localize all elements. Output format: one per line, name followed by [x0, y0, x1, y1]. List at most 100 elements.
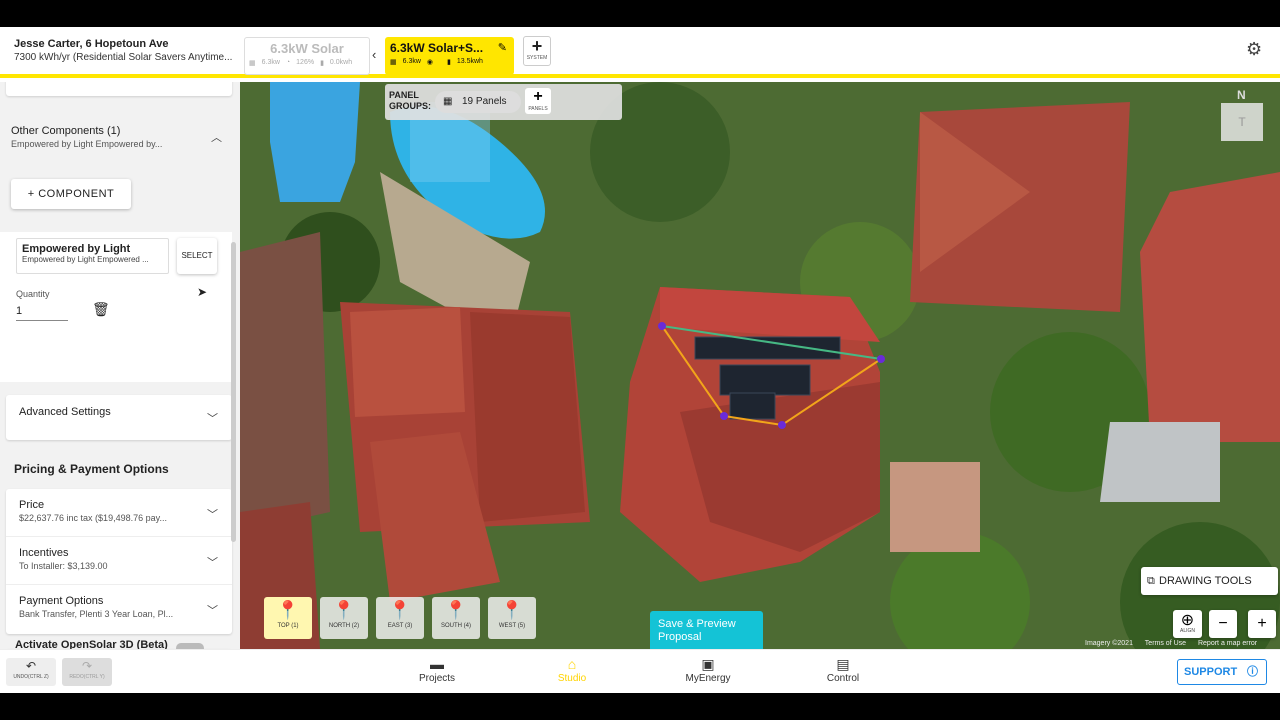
nav-myenergy[interactable]: ▣ MyEnergy [678, 656, 738, 684]
payment-options-row[interactable]: Payment Options Bank Transfer, Plenti 3 … [6, 585, 232, 633]
advanced-settings-row[interactable]: Advanced Settings ﹀ [6, 395, 232, 440]
offset-icon: ◉ [426, 59, 434, 66]
help-icon: ⓘ [1247, 666, 1258, 678]
pencil-icon[interactable]: ✎ [498, 41, 507, 54]
pricing-heading: Pricing & Payment Options [14, 462, 169, 476]
cursor-icon: ➤ [197, 285, 208, 299]
incentives-value: To Installer: $3,139.00 [19, 561, 108, 571]
drawing-tools-button[interactable]: ⧉ DRAWING TOOLS [1141, 567, 1278, 595]
add-panel-label: PANELS [528, 106, 548, 112]
zoom-out-button[interactable]: − [1209, 610, 1237, 638]
offset-icon: ◔ [285, 59, 291, 66]
grid-icon: ▦ [443, 96, 453, 107]
nav-label: MyEnergy [685, 673, 731, 684]
view-label: EAST (3) [387, 623, 413, 629]
map-pin-icon: 📍 [500, 600, 524, 620]
view-west[interactable]: 📍 WEST (5) [488, 597, 536, 639]
price-title: Price [19, 499, 45, 511]
stat-offset [439, 58, 441, 66]
nav-label: Projects [418, 673, 456, 684]
map-attribution: Imagery ©2021 Terms of Use Report a map … [1085, 640, 1267, 647]
view-top[interactable]: 📍 TOP (1) [264, 597, 312, 639]
view-label: SOUTH (4) [441, 623, 471, 629]
customer-name: Jesse Carter, 6 Hopetoun Ave [14, 38, 169, 50]
plus-icon: + [1257, 615, 1267, 632]
component-field[interactable]: Empowered by Light Empowered by Light Em… [16, 238, 169, 274]
chevron-down-icon: ﹀ [207, 557, 218, 569]
zoom-in-button[interactable]: + [1248, 610, 1276, 638]
stat-battery: 13.5kwh [456, 58, 483, 65]
component-name: Empowered by Light [22, 243, 131, 255]
plus-icon: + [533, 88, 543, 105]
stat-battery: 0.0kwh [329, 59, 353, 66]
add-component-button[interactable]: + COMPONENT [11, 179, 131, 209]
map-view[interactable]: PANEL GROUPS: ▦ 19 Panels + PANELS N T ⧉… [240, 82, 1280, 649]
panel-group-chip[interactable]: ▦ 19 Panels [435, 91, 521, 113]
other-components-subtitle: Empowered by Light Empowered by... [11, 139, 163, 149]
panel-count: 19 Panels [462, 96, 507, 107]
price-row[interactable]: Price $22,637.76 inc tax ($19,498.76 pay… [6, 489, 232, 537]
plus-icon: + [531, 36, 543, 56]
nav-projects[interactable]: ▬ Projects [407, 656, 467, 684]
add-system-button[interactable]: + SYSTEM [523, 36, 551, 66]
panel-groups-label: PANEL GROUPS: [389, 90, 432, 111]
view-south[interactable]: 📍 SOUTH (4) [432, 597, 480, 639]
advanced-settings-label: Advanced Settings [19, 406, 111, 418]
support-button[interactable]: SUPPORT ⓘ [1177, 659, 1267, 685]
undo-button[interactable]: ↶ UNDO(CTRL Z) [6, 658, 56, 686]
price-value: $22,637.76 inc tax ($19,498.76 pay... [19, 513, 167, 523]
system-tab-stats: ▦ 6.3kw ◉ ▮ 13.5kwh [390, 58, 509, 66]
stat-kw: 6.3kw [261, 59, 280, 66]
sidebar: Other Components (1) Empowered by Light … [0, 82, 240, 649]
redo-button[interactable]: ↷ REDO(CTRL Y) [62, 658, 112, 686]
customer-usage: 7300 kWh/yr (Residential Solar Savers An… [14, 52, 233, 63]
studio-icon: ⌂ [567, 656, 577, 672]
bottom-toolbar: ↶ UNDO(CTRL Z) ↷ REDO(CTRL Y) ▬ Projects… [0, 649, 1280, 693]
save-preview-button[interactable]: Save & Preview Proposal [650, 611, 763, 649]
stat-offset: 126% [296, 59, 315, 66]
sidebar-scrollbar[interactable] [231, 242, 236, 542]
align-label: ALIGN [1179, 628, 1195, 634]
nav-label: Studio [557, 673, 587, 684]
map-pin-icon: 📍 [332, 600, 356, 620]
terms-link[interactable]: Terms of Use [1145, 640, 1186, 647]
panel-icon: ▦ [249, 60, 256, 67]
top-header: Jesse Carter, 6 Hopetoun Ave 7300 kWh/yr… [0, 27, 1280, 78]
payment-value: Bank Transfer, Plenti 3 Year Loan, Pl... [19, 609, 174, 619]
system-tab-2[interactable]: 6.3kW Solar+S... ✎ ▦ 6.3kw ◉ ▮ 13.5kwh [385, 37, 514, 75]
nav-studio[interactable]: ⌂ Studio [542, 656, 602, 684]
other-components-title: Other Components (1) [11, 125, 121, 137]
compass-north: N [1237, 88, 1246, 102]
chevron-down-icon: ﹀ [207, 413, 218, 425]
battery-icon: ▮ [320, 60, 324, 67]
system-tab-stats: ▦ 6.3kw ◔ 126% ▮ 0.0kwh [249, 59, 365, 67]
select-component-button[interactable]: SELECT [177, 238, 217, 274]
nav-control[interactable]: ▤ Control [813, 656, 873, 684]
tilt-button[interactable]: T [1221, 103, 1263, 141]
system-tab-title: 6.3kW Solar [270, 41, 344, 56]
align-button[interactable]: ⊕ ALIGN [1173, 610, 1202, 638]
add-panel-group-button[interactable]: + PANELS [525, 88, 551, 114]
trash-icon[interactable]: 🗑 [92, 301, 110, 318]
system-tab-title: 6.3kW Solar+S... [390, 41, 484, 55]
quantity-label: Quantity [16, 289, 50, 299]
incentives-row[interactable]: Incentives To Installer: $3,139.00 ﹀ [6, 537, 232, 585]
undo-label: UNDO(CTRL Z) [13, 674, 49, 680]
view-label: TOP (1) [277, 623, 299, 629]
report-error-link[interactable]: Report a map error [1198, 640, 1257, 647]
view-north[interactable]: 📍 NORTH (2) [320, 597, 368, 639]
system-tab-1[interactable]: 6.3kW Solar ▦ 6.3kw ◔ 126% ▮ 0.0kwh [244, 37, 370, 75]
opensolar-3d-label: Activate OpenSolar 3D (Beta) [15, 639, 168, 649]
quantity-input[interactable]: 1 [16, 305, 68, 321]
add-system-label: SYSTEM [526, 55, 548, 61]
other-components-header[interactable]: Other Components (1) Empowered by Light … [11, 125, 226, 149]
nav-label: Control [826, 673, 860, 684]
customer-info[interactable]: Jesse Carter, 6 Hopetoun Ave 7300 kWh/yr… [14, 38, 242, 63]
component-card: Empowered by Light Empowered by Light Em… [0, 232, 232, 382]
map-pin-icon: 📍 [444, 600, 468, 620]
gear-icon[interactable]: ⚙ [1246, 39, 1262, 60]
chevron-left-icon[interactable]: ‹ [372, 47, 376, 62]
view-east[interactable]: 📍 EAST (3) [376, 597, 424, 639]
chevron-down-icon: ﹀ [207, 605, 218, 617]
component-desc: Empowered by Light Empowered ... [22, 255, 149, 264]
